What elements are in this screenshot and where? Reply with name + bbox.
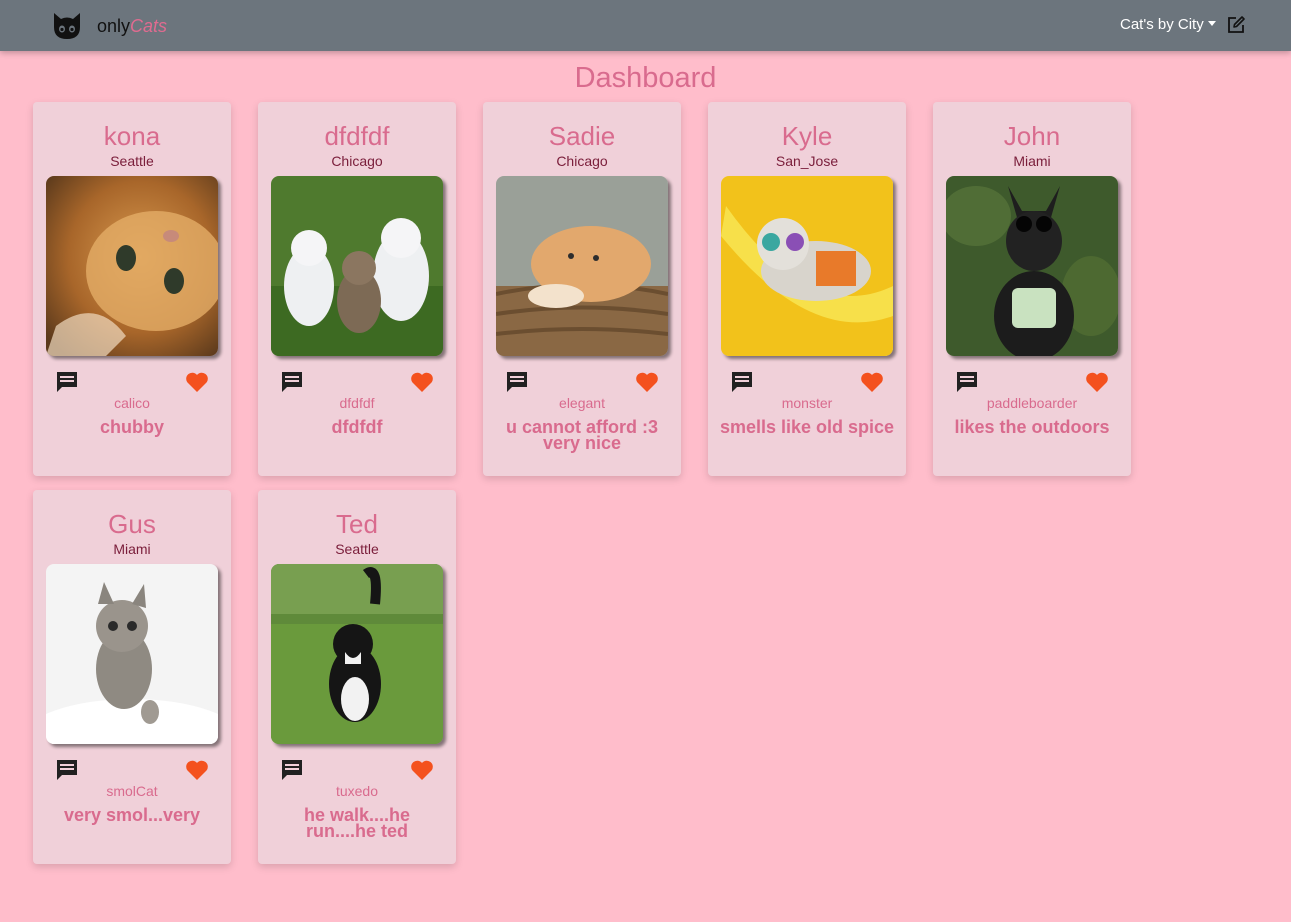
cat-card: Sadie Chicago elegant u cannot afford :3… (483, 102, 681, 476)
comment-icon[interactable] (280, 758, 304, 782)
heart-icon[interactable] (410, 759, 434, 781)
cat-tag: dfdfdf (339, 395, 375, 411)
cat-description: u cannot afford :3 very nice (506, 417, 658, 453)
cat-city: Chicago (556, 153, 608, 169)
caret-down-icon (1207, 21, 1216, 26)
cat-card: dfdfdf Chicago dfdfdf dfdfdf (258, 102, 456, 476)
comment-icon[interactable] (55, 370, 79, 394)
cat-description: he walk....he run....he ted (303, 805, 411, 841)
cat-tag: monster (781, 395, 833, 411)
cat-city: Seattle (110, 153, 154, 169)
cat-description: smells like old spice (719, 417, 895, 437)
cat-photo (271, 564, 443, 744)
cat-city: Chicago (331, 153, 383, 169)
cat-tag: elegant (559, 395, 605, 411)
heart-icon[interactable] (635, 371, 659, 393)
cat-city: Miami (113, 541, 151, 557)
heart-icon[interactable] (860, 371, 884, 393)
cat-city: Miami (1013, 153, 1051, 169)
cat-photo (496, 176, 668, 356)
cat-name: kona (103, 121, 161, 151)
dropdown-label: Cat's by City (1120, 16, 1204, 33)
cat-tag: smolCat (106, 783, 158, 799)
cat-name: Kyle (781, 121, 833, 151)
cat-description: very smol...very (63, 805, 201, 825)
cat-card: Ted Seattle tuxedo he walk....he run....… (258, 490, 456, 864)
cat-photo (721, 176, 893, 356)
page-title: Dashboard (574, 62, 717, 94)
cat-city: Seattle (335, 541, 379, 557)
cat-city: San_Jose (775, 153, 839, 169)
comment-icon[interactable] (505, 370, 529, 394)
comment-icon[interactable] (280, 370, 304, 394)
heart-icon[interactable] (1085, 371, 1109, 393)
cat-photo (946, 176, 1118, 356)
comment-icon[interactable] (55, 758, 79, 782)
brand-link[interactable]: onlyCats (97, 16, 167, 36)
cat-card: Kyle San_Jose monster smells like old sp… (708, 102, 906, 476)
cat-description: chubby (99, 417, 164, 437)
cat-photo (271, 176, 443, 356)
heart-icon[interactable] (185, 759, 209, 781)
cat-name: Ted (336, 509, 378, 539)
cat-name: Gus (108, 509, 156, 539)
cat-photo (46, 176, 218, 356)
cat-name: dfdfdf (324, 121, 390, 151)
cat-tag: tuxedo (335, 783, 379, 799)
cats-by-city-dropdown[interactable]: Cat's by City (1120, 16, 1216, 34)
cat-card: John Miami paddleboarder likes the outdo… (933, 102, 1131, 476)
cat-tag: paddleboarder (986, 395, 1078, 411)
cat-description: dfdfdf (331, 417, 383, 437)
cat-name: Sadie (548, 121, 616, 151)
comment-icon[interactable] (955, 370, 979, 394)
cat-tag: calico (114, 395, 150, 411)
cat-photo (46, 564, 218, 744)
cat-face-icon[interactable] (51, 9, 83, 41)
comment-icon[interactable] (730, 370, 754, 394)
cat-name: John (1003, 121, 1061, 151)
heart-icon[interactable] (410, 371, 434, 393)
heart-icon[interactable] (185, 371, 209, 393)
edit-square-icon[interactable] (1226, 15, 1246, 35)
cat-card: kona Seattle calico chubby (33, 102, 231, 476)
brand-prefix: only (97, 16, 131, 36)
brand-accent: Cats (130, 16, 168, 36)
cat-card: Gus Miami smolCat very smol...very (33, 490, 231, 864)
cat-description: likes the outdoors (954, 417, 1110, 437)
navbar: onlyCats Cat's by City (0, 0, 1291, 51)
